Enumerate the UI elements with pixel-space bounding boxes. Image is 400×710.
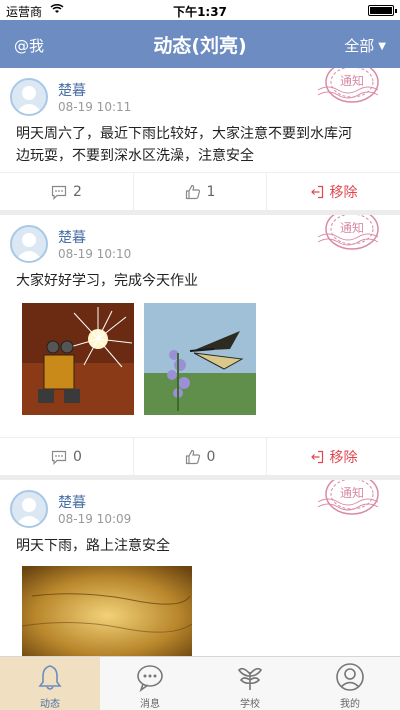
mentions-button[interactable]: @我 <box>14 35 44 56</box>
person-icon <box>335 662 365 692</box>
like-button[interactable]: 0 <box>133 438 266 475</box>
post-actions: 2 1 移除 <box>0 172 400 210</box>
remove-icon <box>310 450 324 464</box>
like-count: 1 <box>206 184 216 200</box>
bell-icon <box>35 662 65 692</box>
post-text-line: 明天周六了，最近下雨比较好，大家注意不要到水库河 <box>16 126 352 142</box>
notice-stamp-icon: 通知 <box>316 480 386 520</box>
post-time: 08-19 10:09 <box>58 512 132 526</box>
status-bar: 运营商 下午1:37 <box>0 0 400 20</box>
post-time: 08-19 10:10 <box>58 247 132 261</box>
comment-icon <box>51 450 67 465</box>
post-content: 明天周六了，最近下雨比较好，大家注意不要到水库河 边玩耍，不要到深水区洗澡，注意… <box>16 123 352 167</box>
remove-label: 移除 <box>329 450 358 466</box>
post-actions: 0 0 移除 <box>0 437 400 475</box>
remove-icon <box>310 185 324 199</box>
avatar[interactable] <box>10 490 48 528</box>
chevron-down-icon: ▼ <box>378 41 386 52</box>
remove-button[interactable]: 移除 <box>266 173 400 210</box>
tab-label: 学校 <box>240 699 260 710</box>
feed-post: 楚暮 08-19 10:11 通知 明天周六了，最近下雨比较好，大家注意不要到水… <box>0 68 400 210</box>
tab-label: 消息 <box>140 699 160 710</box>
avatar[interactable] <box>10 225 48 263</box>
remove-label: 移除 <box>329 185 358 201</box>
post-time: 08-19 10:11 <box>58 100 132 114</box>
stamp-text: 通知 <box>340 74 364 88</box>
plant-icon <box>235 662 265 692</box>
tab-messages[interactable]: 消息 <box>100 657 200 710</box>
feed-post: 楚暮 08-19 10:10 通知 大家好好学习，完成今天作业 0 0 移除 <box>0 215 400 475</box>
post-text-line: 边玩耍，不要到深水区洗澡，注意安全 <box>16 148 254 164</box>
stamp-text: 通知 <box>340 486 364 500</box>
filter-dropdown[interactable]: 全部 ▼ <box>344 35 386 56</box>
post-image-golden-texture[interactable] <box>22 566 192 656</box>
tab-me[interactable]: 我的 <box>300 657 400 710</box>
nav-bar: @我 动态(刘亮) 全部 ▼ <box>0 20 400 68</box>
filter-label: 全部 <box>344 37 375 55</box>
comment-button[interactable]: 2 <box>0 173 133 210</box>
stamp-text: 通知 <box>340 221 364 235</box>
post-image-robot-sparkler[interactable] <box>22 303 134 415</box>
chat-bubble-icon <box>135 662 165 693</box>
battery-icon <box>368 5 397 16</box>
post-content: 明天下雨，路上注意安全 <box>16 535 170 557</box>
post-content: 大家好好学习，完成今天作业 <box>16 270 198 292</box>
post-author[interactable]: 楚暮 <box>58 80 86 100</box>
comment-count: 0 <box>73 449 82 465</box>
feed-list[interactable]: 楚暮 08-19 10:11 通知 明天周六了，最近下雨比较好，大家注意不要到水… <box>0 68 400 656</box>
tab-label: 我的 <box>340 699 360 710</box>
clock: 下午1:37 <box>173 5 227 19</box>
comment-button[interactable]: 0 <box>0 438 133 475</box>
butterfly-flower-photo <box>144 303 256 415</box>
page-title: 动态(刘亮) <box>153 35 247 57</box>
avatar[interactable] <box>10 78 48 116</box>
golden-texture-photo <box>22 566 192 656</box>
post-author[interactable]: 楚暮 <box>58 227 86 247</box>
comment-count: 2 <box>73 184 82 200</box>
comment-icon <box>51 185 67 200</box>
post-author[interactable]: 楚暮 <box>58 492 86 512</box>
remove-button[interactable]: 移除 <box>266 438 400 475</box>
tab-feed[interactable]: 动态 <box>0 657 100 710</box>
like-count: 0 <box>206 449 216 465</box>
tab-school[interactable]: 学校 <box>200 657 300 710</box>
feed-post: 楚暮 08-19 10:09 通知 明天下雨，路上注意安全 <box>0 480 400 656</box>
like-button[interactable]: 1 <box>133 173 266 210</box>
thumbs-up-icon <box>185 184 201 200</box>
post-text-line: 大家好好学习，完成今天作业 <box>16 273 198 289</box>
post-image-butterfly[interactable] <box>144 303 256 415</box>
notice-stamp-icon: 通知 <box>316 215 386 255</box>
tab-bar: 动态 消息 学校 我的 <box>0 656 400 710</box>
thumbs-up-icon <box>185 449 201 465</box>
tab-label: 动态 <box>40 699 60 710</box>
post-text-line: 明天下雨，路上注意安全 <box>16 538 170 554</box>
robot-sparkler-photo <box>22 303 134 415</box>
notice-stamp-icon: 通知 <box>316 68 386 108</box>
